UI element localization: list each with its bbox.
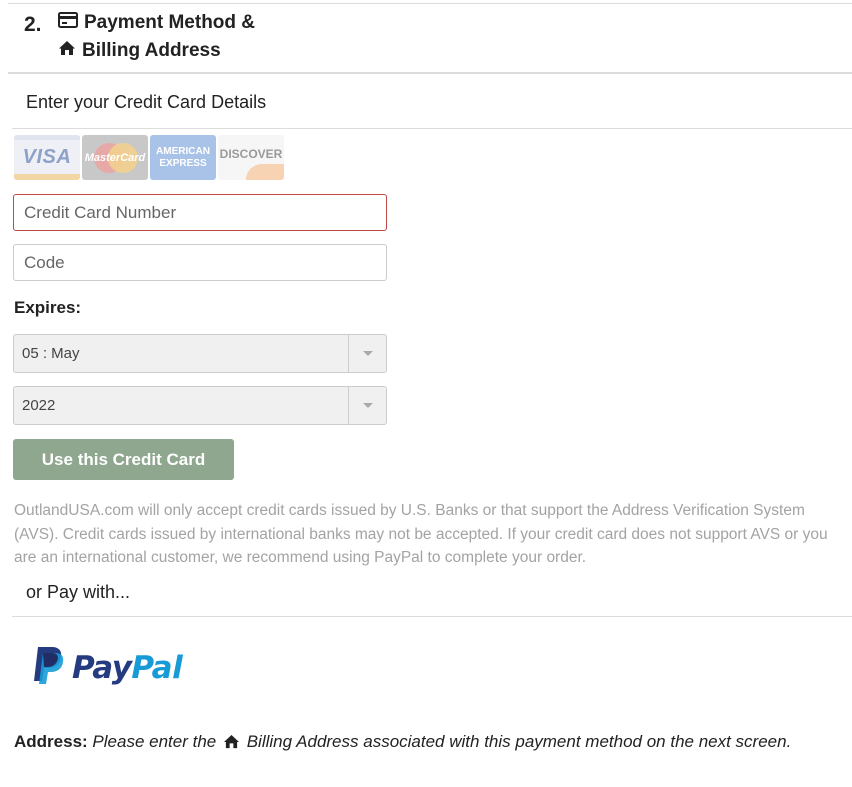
section-title-text-1: Payment Method & [84, 12, 256, 33]
credit-card-icon [58, 12, 78, 34]
home-icon [58, 40, 76, 62]
expires-label: Expires: [14, 298, 82, 317]
chevron-down-icon[interactable] [348, 387, 386, 424]
chevron-down-icon[interactable] [348, 335, 386, 372]
divider [12, 616, 852, 617]
address-note-text-after: Billing Address associated with this pay… [246, 732, 792, 751]
mastercard-logo-text: MasterCard [84, 151, 146, 164]
visa-logo: VISA [14, 135, 80, 180]
section-title-line-2: Billing Address [58, 40, 221, 62]
credit-card-heading: Enter your Credit Card Details [26, 92, 267, 112]
address-note-text-before: Please enter the [92, 732, 217, 751]
or-pay-with-heading: or Pay with... [26, 582, 131, 602]
address-note: Address: Please enter the Billing Addres… [14, 729, 834, 757]
paypal-button[interactable]: PayPal [30, 645, 183, 690]
expiry-month-value: 05 : May [22, 345, 80, 362]
step-number: 2. [24, 13, 42, 36]
address-label: Address: [14, 732, 88, 751]
credit-card-number-input[interactable] [13, 194, 387, 231]
mastercard-logo: MasterCard [82, 135, 148, 180]
expiry-year-select[interactable]: 2022 [13, 386, 387, 425]
amex-logo: AMERICAN EXPRESS [150, 135, 216, 180]
amex-logo-text: AMERICAN EXPRESS [156, 145, 210, 169]
visa-logo-text: VISA [22, 146, 72, 168]
payment-section: 2. Payment Method & Billing Address Ente… [0, 0, 852, 787]
divider [8, 72, 852, 74]
section-title-line-1: Payment Method & [58, 12, 255, 34]
use-credit-card-button[interactable]: Use this Credit Card [13, 439, 234, 480]
avs-notice: OutlandUSA.com will only accept credit c… [14, 502, 828, 566]
section-title-text-2: Billing Address [82, 40, 221, 61]
divider [8, 3, 852, 4]
home-icon [223, 731, 240, 757]
paypal-wordmark: PayPal [72, 649, 183, 686]
accepted-cards: VISA MasterCard AMERICAN EXPRESS DISCOVE… [14, 135, 284, 180]
divider [12, 128, 852, 129]
expiry-year-value: 2022 [22, 397, 56, 414]
expiry-month-select[interactable]: 05 : May [13, 334, 387, 373]
paypal-wordmark-pay: Pay [72, 649, 132, 686]
card-code-input[interactable] [13, 244, 387, 281]
discover-logo-text: DISCOVER [219, 146, 283, 161]
discover-logo: DISCOVER [218, 135, 284, 180]
paypal-wordmark-pal: Pal [131, 649, 183, 686]
paypal-icon [30, 645, 64, 690]
